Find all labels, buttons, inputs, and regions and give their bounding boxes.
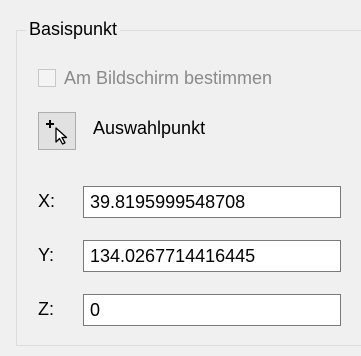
screen-pick-label: Am Bildschirm bestimmen [64,67,273,88]
screen-pick-checkbox[interactable] [38,69,56,87]
basepoint-panel: Basispunkt Am Bildschirm bestimmen Auswa… [0,0,361,356]
pick-point-label: Auswahlpunkt [93,118,206,138]
z-label: Z: [38,299,54,319]
y-coordinate-input[interactable] [83,240,341,272]
x-label: X: [38,191,56,211]
group-title: Basispunkt [26,18,121,40]
x-coordinate-input[interactable] [83,186,341,218]
z-coordinate-input[interactable] [83,294,341,326]
y-label: Y: [38,245,55,265]
pick-point-button[interactable] [38,112,76,150]
cursor-plus-icon [46,120,68,145]
screen-pick-checkbox-row: Am Bildschirm bestimmen [38,66,272,90]
